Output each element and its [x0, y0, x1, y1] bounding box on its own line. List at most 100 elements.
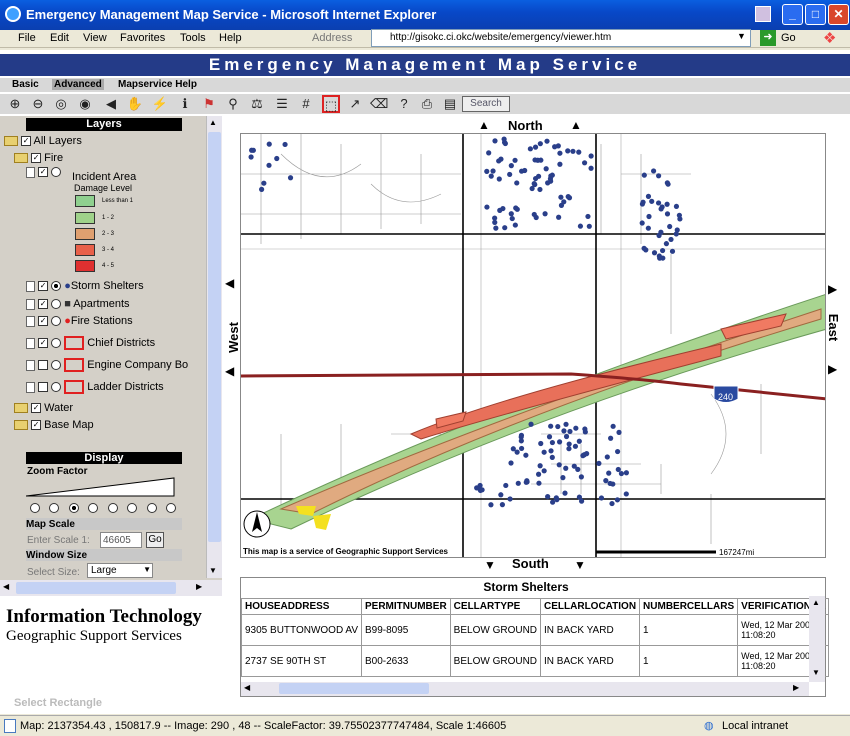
hyperlink-icon[interactable]: ⚑	[200, 95, 218, 113]
firestations-radio[interactable]	[51, 316, 62, 327]
buffer-icon[interactable]: #	[297, 95, 315, 113]
zoom-radio-2[interactable]	[49, 503, 59, 513]
incident-checkbox[interactable]: ✓	[38, 167, 49, 178]
fire-checkbox[interactable]: ✓	[31, 153, 42, 164]
address-input[interactable]: http://gisokc.ci.okc/website/emergency/v…	[371, 29, 751, 47]
engine-checkbox[interactable]	[38, 360, 49, 370]
map-image[interactable]: 240 This map is a service of Geographic …	[240, 133, 826, 558]
storm-shelter-point	[492, 219, 498, 225]
scroll-down-icon[interactable]: ▼	[812, 668, 820, 677]
pan-hand-icon[interactable]: ✋	[126, 95, 144, 113]
pan-east-bottom-icon[interactable]: ▶	[828, 362, 837, 376]
water-checkbox[interactable]: ✓	[31, 403, 42, 414]
storm-checkbox[interactable]: ✓	[38, 281, 49, 292]
pan-south-left-icon[interactable]: ▼	[484, 558, 496, 572]
scroll-right-icon[interactable]: ▶	[793, 683, 799, 692]
zoom-active-icon[interactable]: ◎	[52, 95, 70, 113]
full-extent-icon[interactable]: ◉	[76, 95, 94, 113]
close-button[interactable]: ✕	[828, 4, 849, 25]
print-icon[interactable]: ⎙	[418, 95, 436, 113]
zoom-radio-7[interactable]	[147, 503, 157, 513]
go-button[interactable]: Go	[781, 32, 796, 44]
clear-selection-icon[interactable]: ⌫	[370, 95, 388, 113]
table-row[interactable]: 2737 SE 90TH ST B00-2633 BELOW GROUND IN…	[241, 645, 830, 677]
scroll-up-icon[interactable]: ▲	[812, 598, 820, 607]
back-icon[interactable]: ◀	[102, 95, 120, 113]
storm-shelter-point	[609, 500, 615, 507]
chief-checkbox[interactable]: ✓	[38, 338, 49, 348]
pan-east-top-icon[interactable]: ▶	[828, 282, 837, 296]
scroll-right-icon[interactable]: ▶	[196, 582, 202, 591]
menu-file[interactable]: File	[18, 32, 36, 44]
maximize-button[interactable]: □	[805, 4, 826, 25]
export-icon[interactable]: ▤	[441, 95, 459, 113]
pan-west-bottom-icon[interactable]: ◀	[225, 364, 234, 378]
menu-favorites[interactable]: Favorites	[120, 32, 165, 44]
scroll-left-icon[interactable]: ◀	[3, 582, 9, 591]
tab-basic[interactable]: Basic	[12, 79, 39, 90]
apartments-radio[interactable]	[51, 299, 62, 310]
base-checkbox[interactable]: ✓	[31, 420, 42, 431]
scroll-left-icon[interactable]: ◀	[244, 683, 250, 692]
address-dropdown-icon[interactable]: ▼	[737, 31, 746, 41]
storm-label: Storm Shelters	[70, 280, 144, 292]
search-button[interactable]: Search	[462, 96, 510, 112]
menu-help[interactable]: Help	[219, 32, 242, 44]
zoom-radio-5[interactable]	[108, 503, 118, 513]
query-icon[interactable]: ?	[395, 95, 413, 113]
col-cellarlocation[interactable]: CELLARLOCATION	[540, 598, 641, 615]
col-numbercellars[interactable]: NUMBERCELLARS	[639, 598, 739, 615]
chief-radio[interactable]	[51, 338, 62, 348]
col-houseaddress[interactable]: HOUSEADDRESS	[241, 598, 362, 615]
scroll-thumb[interactable]	[279, 683, 429, 694]
zoom-radio-3[interactable]	[69, 503, 79, 513]
find-icon[interactable]: ⚲	[224, 95, 242, 113]
table-vertical-scrollbar[interactable]: ▲ ▼	[809, 596, 825, 682]
firestations-checkbox[interactable]: ✓	[38, 316, 49, 327]
scroll-thumb[interactable]	[16, 582, 176, 594]
map-canvas[interactable]: 240 This map is a service of Geographic …	[241, 134, 826, 558]
tab-mapservice-help[interactable]: Mapservice Help	[118, 79, 197, 90]
minimize-button[interactable]: _	[782, 4, 803, 25]
col-cellartype[interactable]: CELLARTYPE	[449, 598, 542, 615]
menu-tools[interactable]: Tools	[180, 32, 206, 44]
incident-radio[interactable]	[51, 167, 62, 178]
size-select[interactable]: Large ▼	[87, 563, 153, 578]
scale-input[interactable]: 46605	[100, 532, 142, 548]
select-line-icon[interactable]: ↗	[346, 95, 364, 113]
scroll-thumb[interactable]	[208, 132, 221, 542]
pan-south-right-icon[interactable]: ▼	[574, 558, 586, 572]
select-rectangle-icon[interactable]: ⬚	[322, 95, 340, 113]
table-horizontal-scrollbar[interactable]: ◀ ▶	[241, 682, 809, 696]
col-permitnumber[interactable]: PERMITNUMBER	[361, 598, 451, 615]
set-units-icon[interactable]: ☰	[273, 95, 291, 113]
menu-edit[interactable]: Edit	[50, 32, 69, 44]
scale-go-button[interactable]: Go	[146, 532, 164, 548]
pan-west-top-icon[interactable]: ◀	[225, 276, 234, 290]
zoom-radio-1[interactable]	[30, 503, 40, 513]
table-row[interactable]: 9305 BUTTONWOOD AV B99-8095 BELOW GROUND…	[241, 614, 830, 646]
scroll-down-icon[interactable]: ▼	[209, 566, 217, 575]
engine-radio[interactable]	[51, 360, 62, 370]
all-layers-checkbox[interactable]: ✓	[21, 136, 32, 147]
identify-icon[interactable]: ℹ	[176, 95, 194, 113]
zoom-radio-6[interactable]	[127, 503, 137, 513]
flash-icon[interactable]: ⚡	[151, 95, 169, 113]
go-arrow-icon[interactable]: ➜	[760, 30, 776, 46]
zoom-out-icon[interactable]: ⊖	[29, 95, 47, 113]
storm-radio[interactable]	[51, 281, 62, 292]
pan-north-left-icon[interactable]: ▲	[478, 118, 490, 132]
zoom-radio-4[interactable]	[88, 503, 98, 513]
layers-vertical-scrollbar[interactable]: ▲ ▼	[206, 116, 222, 578]
zoom-radio-8[interactable]	[166, 503, 176, 513]
apartments-checkbox[interactable]: ✓	[38, 299, 49, 310]
scroll-up-icon[interactable]: ▲	[209, 118, 217, 127]
tab-advanced[interactable]: Advanced	[52, 79, 104, 90]
layers-horizontal-scrollbar[interactable]: ◀ ▶	[0, 580, 222, 596]
menu-view[interactable]: View	[83, 32, 107, 44]
pan-north-right-icon[interactable]: ▲	[570, 118, 582, 132]
ladder-checkbox[interactable]	[38, 382, 49, 392]
zoom-in-icon[interactable]: ⊕	[6, 95, 24, 113]
measure-icon[interactable]: ⚖	[248, 95, 266, 113]
ladder-radio[interactable]	[51, 382, 62, 392]
